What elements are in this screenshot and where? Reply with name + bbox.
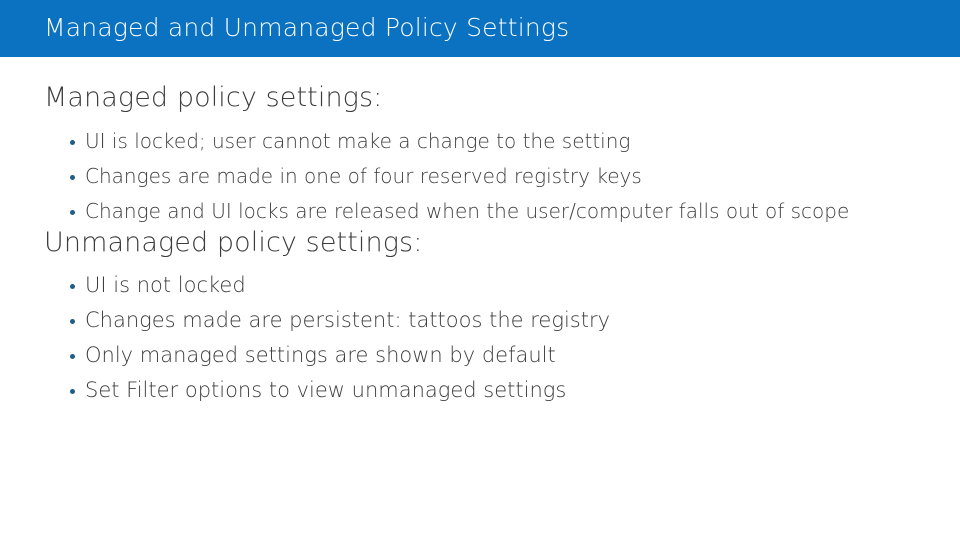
bullet-item: Set Filter options to view unmanaged set… [0,373,960,408]
section-managed-policy-settings: Managed policy settings: UI is locked; u… [0,81,960,229]
bullet-dot-icon [70,175,75,180]
bullet-item: Changes made are persistent: tattoos the… [0,303,960,338]
bullet-text: Change and UI locks are released when th… [85,199,850,223]
bullet-item: Changes are made in one of four reserved… [0,159,960,194]
bullet-item: Change and UI locks are released when th… [0,194,960,229]
bullet-text: UI is locked; user cannot make a change … [85,129,631,153]
bullet-dot-icon [70,284,75,289]
section-heading-managed: Managed policy settings: [44,82,383,113]
bullet-list-managed: UI is locked; user cannot make a change … [0,124,960,229]
slide-title: Managed and Unmanaged Policy Settings [44,13,570,42]
slide: Managed and Unmanaged Policy Settings Ma… [0,0,960,540]
bullet-text: Changes are made in one of four reserved… [85,164,642,188]
bullet-dot-icon [70,354,75,359]
bullet-dot-icon [70,389,75,394]
bullet-text: Changes made are persistent: tattoos the… [85,308,611,332]
bullet-text: UI is not locked [85,273,246,297]
bullet-dot-icon [70,140,75,145]
bullet-dot-icon [70,210,75,215]
bullet-item: UI is locked; user cannot make a change … [0,124,960,159]
bullet-item: UI is not locked [0,268,960,303]
section-unmanaged-policy-settings: Unmanaged policy settings: UI is not loc… [0,226,960,408]
slide-body: Managed policy settings: UI is locked; u… [0,57,960,540]
bullet-dot-icon [70,319,75,324]
bullet-text: Only managed settings are shown by defau… [85,343,556,367]
bullet-item: Only managed settings are shown by defau… [0,338,960,373]
bullet-list-unmanaged: UI is not locked Changes made are persis… [0,268,960,408]
section-heading-unmanaged: Unmanaged policy settings: [44,227,423,258]
bullet-text: Set Filter options to view unmanaged set… [85,378,567,402]
